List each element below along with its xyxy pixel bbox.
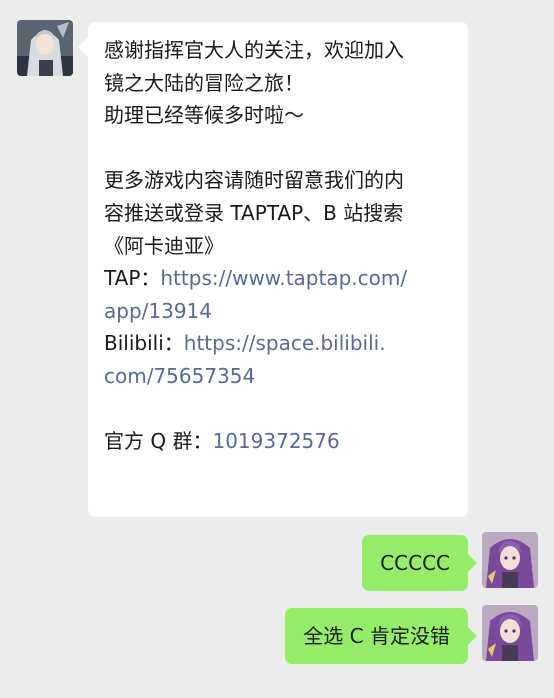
bilibili-link-continued[interactable]: com/75657354 [104,360,452,393]
user-avatar[interactable] [482,605,538,661]
bilibili-label: Bilibili： [104,331,184,356]
bilibili-link[interactable]: https://space.bilibili. [184,331,386,355]
incoming-message-bubble[interactable]: 感谢指挥官大人的关注，欢迎加入 镜之大陆的冒险之旅！ 助理已经等候多时啦～ 更多… [88,22,468,517]
tap-line: TAP：https://www.taptap.com/ [104,262,452,295]
tap-link[interactable]: https://www.taptap.com/ [160,266,407,290]
qq-group-line: 官方 Q 群：1019372576 [104,425,452,458]
qq-group-number[interactable]: 1019372576 [212,429,339,453]
chat-view: 感谢指挥官大人的关注，欢迎加入 镜之大陆的冒险之旅！ 助理已经等候多时啦～ 更多… [0,0,554,698]
outgoing-message-text: 全选 C 肯定没错 [303,624,450,648]
tap-link-continued[interactable]: app/13914 [104,295,452,328]
message-line: 感谢指挥官大人的关注，欢迎加入 [104,38,404,62]
qq-group-label: 官方 Q 群： [104,429,213,454]
outgoing-message-bubble[interactable]: 全选 C 肯定没错 [285,608,468,664]
user-avatar[interactable] [482,532,538,588]
outgoing-message-bubble[interactable]: CCCCC [362,535,468,591]
tap-label: TAP： [104,266,161,291]
message-line: 镜之大陆的冒险之旅！ [104,70,304,95]
purple-hair-character-icon [482,605,538,661]
message-line: 更多游戏内容请随时留意我们的内 [104,168,404,193]
message-line: 《阿卡迪亚》 [104,233,224,258]
purple-hair-character-icon [482,532,538,588]
message-line: 容推送或登录 TAPTAP、B 站搜索 [104,200,404,225]
bilibili-line: Bilibili：https://space.bilibili. [104,327,452,360]
bot-avatar[interactable] [17,20,73,76]
silver-hair-character-icon [17,20,73,76]
message-line: 助理已经等候多时啦～ [104,103,304,128]
outgoing-message-text: CCCCC [380,551,450,575]
